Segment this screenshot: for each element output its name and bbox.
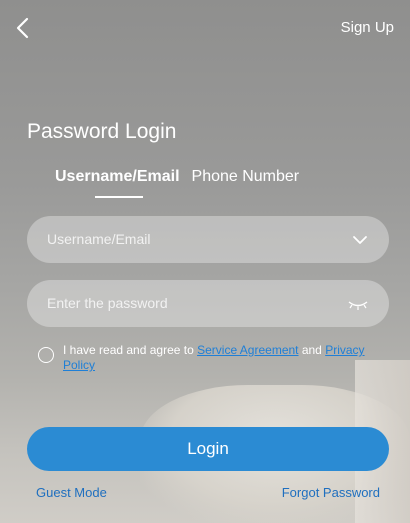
agreement-prefix: I have read and agree to bbox=[63, 343, 198, 357]
chevron-down-icon[interactable] bbox=[351, 231, 369, 249]
username-field[interactable]: Username/Email bbox=[27, 216, 389, 263]
login-button[interactable]: Login bbox=[27, 427, 389, 471]
back-chevron-icon bbox=[16, 17, 29, 39]
forgot-password-link[interactable]: Forgot Password bbox=[282, 485, 380, 500]
back-button[interactable] bbox=[12, 14, 36, 42]
page-title: Password Login bbox=[27, 120, 177, 143]
agreement-text: I have read and agree to Service Agreeme… bbox=[63, 343, 378, 373]
radio-icon[interactable] bbox=[38, 347, 54, 363]
signup-link[interactable]: Sign Up bbox=[341, 19, 394, 36]
password-field[interactable]: Enter the password bbox=[27, 280, 389, 327]
tab-username-email[interactable]: Username/Email bbox=[55, 168, 180, 198]
guest-mode-link[interactable]: Guest Mode bbox=[36, 485, 107, 500]
eye-closed-icon[interactable] bbox=[347, 295, 369, 313]
service-agreement-link[interactable]: Service Agreement bbox=[197, 343, 298, 357]
agreement-and: and bbox=[298, 343, 326, 357]
tab-phone-number[interactable]: Phone Number bbox=[192, 168, 300, 198]
password-placeholder: Enter the password bbox=[47, 295, 168, 311]
username-placeholder: Username/Email bbox=[47, 231, 151, 247]
login-tabs: Username/Email Phone Number bbox=[55, 168, 299, 198]
agreement-row: I have read and agree to Service Agreeme… bbox=[38, 343, 378, 373]
